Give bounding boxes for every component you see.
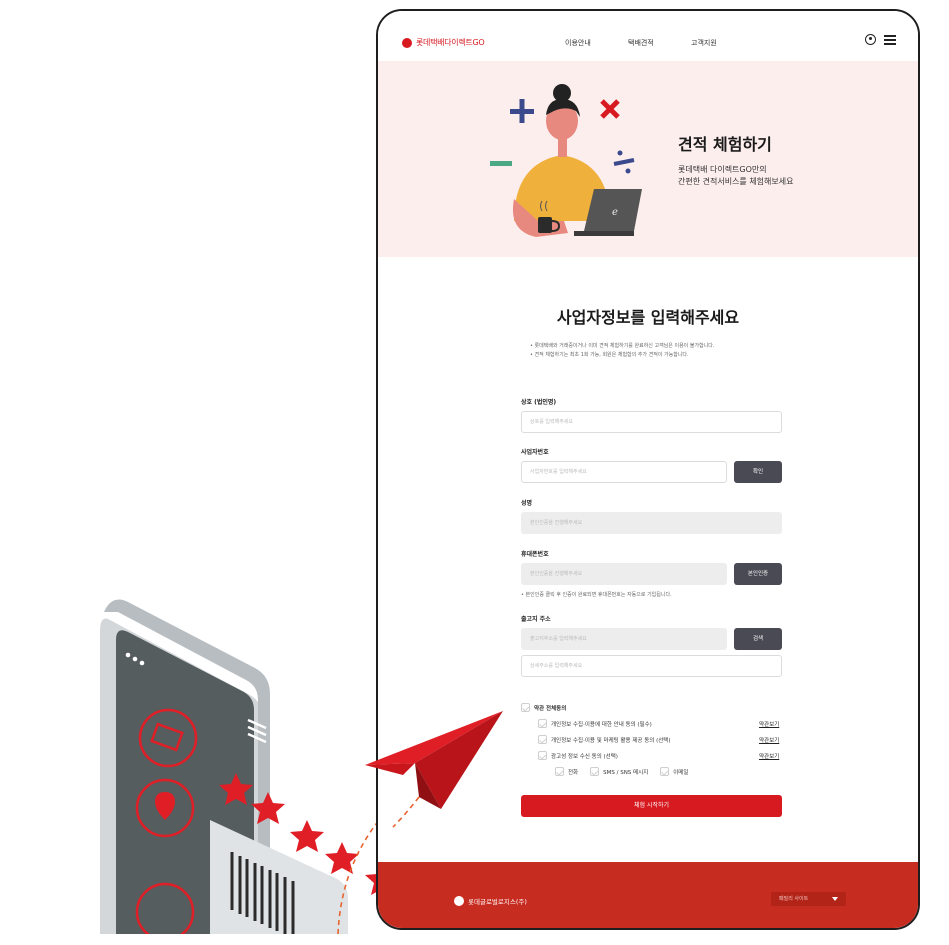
all-agree-row[interactable]: 약관 전체동의 xyxy=(521,703,566,712)
user-icon[interactable] xyxy=(865,34,876,45)
nav-item-support[interactable]: 고객지원 xyxy=(691,38,717,48)
scene: 롯데택배다이렉트GO 이용안내 택배견적 고객지원 e 견적 체험하기 롯데택배… xyxy=(0,0,949,934)
hero-subtitle-line1: 롯데택배 다이렉트GO만의 xyxy=(678,165,767,174)
menu-icon[interactable] xyxy=(884,35,896,45)
channel-sms-checkbox[interactable] xyxy=(590,767,600,776)
channel-email[interactable]: 이메일 xyxy=(660,767,688,776)
confirm-button[interactable]: 확인 xyxy=(734,461,782,483)
address-input[interactable]: 출고지주소를 입력해주세요 xyxy=(521,628,727,650)
terms-view-link-1[interactable]: 약관보기 xyxy=(759,720,779,728)
form-notice: • 롯데택배와 거래중이거나 이미 견적 체험하기를 완료하신 고객님은 이용이… xyxy=(530,342,890,359)
terms-checkbox-3[interactable] xyxy=(538,751,547,760)
brand-logo[interactable]: 롯데택배다이렉트GO xyxy=(402,37,485,48)
name-input[interactable]: 본인인증을 진행해주세요 xyxy=(521,512,782,534)
company-input[interactable]: 상호를 입력해주세요 xyxy=(521,411,782,433)
terms-view-link-3[interactable]: 약관보기 xyxy=(759,752,779,760)
phone-input[interactable]: 본인인증을 진행해주세요 xyxy=(521,563,727,585)
nav-icons xyxy=(865,34,896,45)
brand-logo-text: 롯데택배다이렉트GO xyxy=(416,38,485,47)
auth-button[interactable]: 본인인증 xyxy=(734,563,782,585)
terms-label-3: 광고성 정보 수신 동의 (선택) xyxy=(551,753,618,760)
terms-checkbox-1[interactable] xyxy=(538,719,547,728)
svg-text:e: e xyxy=(612,207,618,218)
hero-subtitle-line2: 간편한 견적서비스를 체험해보세요 xyxy=(678,177,794,186)
paper-plane-illustration xyxy=(365,711,503,828)
channel-sms-label: SMS / SNS 메시지 xyxy=(603,769,649,776)
all-agree-checkbox[interactable] xyxy=(521,703,530,712)
search-button[interactable]: 검색 xyxy=(734,628,782,650)
channel-phone-label: 전화 xyxy=(568,769,579,776)
phone-hint: • 본인인증 클릭 후 인증이 완료되면 휴대폰번호는 자동으로 기입됩니다. xyxy=(521,592,672,598)
terms-view-link-2[interactable]: 약관보기 xyxy=(759,736,779,744)
terms-label-1: 개인정보 수집·이용에 대한 안내 동의 (필수) xyxy=(551,721,652,728)
hero-illustration: e xyxy=(490,84,642,237)
bizno-input[interactable]: 사업자번호를 입력해주세요 xyxy=(521,461,727,483)
terms-row-1[interactable]: 개인정보 수집·이용에 대한 안내 동의 (필수) xyxy=(538,719,652,728)
address-detail-input[interactable]: 상세주소를 입력해주세요 xyxy=(521,655,782,677)
channel-sms[interactable]: SMS / SNS 메시지 xyxy=(590,767,648,776)
company-label: 상호 (법인명) xyxy=(521,399,557,406)
terms-label-2: 개인정보 수집·이용 및 마케팅 활용 제공 동의 (선택) xyxy=(551,737,671,744)
channel-email-label: 이메일 xyxy=(673,769,689,776)
bizno-label: 사업자번호 xyxy=(521,449,549,456)
start-trial-button[interactable]: 체험 시작하기 xyxy=(521,795,782,817)
channel-options: 전화 SMS / SNS 메시지 이메일 xyxy=(555,767,688,776)
brand-logo-icon xyxy=(402,37,412,48)
form-title: 사업자정보를 입력해주세요 xyxy=(556,308,740,327)
terms-checkbox-2[interactable] xyxy=(538,735,547,744)
hero-title: 견적 체험하기 xyxy=(678,135,772,154)
family-site-label: 패밀리 사이트 xyxy=(779,896,809,902)
chevron-down-icon xyxy=(832,897,838,901)
name-label: 성명 xyxy=(521,500,533,507)
terms-row-2[interactable]: 개인정보 수집·이용 및 마케팅 활용 제공 동의 (선택) xyxy=(538,735,670,744)
family-site-select[interactable]: 패밀리 사이트 xyxy=(771,892,846,906)
nav-item-guide[interactable]: 이용안내 xyxy=(565,38,591,48)
form-notice-line1: • 롯데택배와 거래중이거나 이미 견적 체험하기를 완료하신 고객님은 이용이… xyxy=(530,343,715,349)
terms-row-3[interactable]: 광고성 정보 수신 동의 (선택) xyxy=(538,751,618,760)
address-label: 출고지 주소 xyxy=(521,616,551,623)
hero-subtitle: 롯데택배 다이렉트GO만의 간편한 견적서비스를 체험해보세요 xyxy=(678,164,858,188)
hero-banner: e 견적 체험하기 롯데택배 다이렉트GO만의 간편한 견적서비스를 체험해보세… xyxy=(378,61,918,257)
top-navigation: 롯데택배다이렉트GO 이용안내 택배견적 고객지원 xyxy=(378,11,918,61)
channel-phone-checkbox[interactable] xyxy=(555,767,564,776)
channel-email-checkbox[interactable] xyxy=(660,767,670,776)
channel-phone[interactable]: 전화 xyxy=(555,767,578,776)
form-notice-line2: • 견적 체험하기는 최초 1회 가능, 회원은 체험함의 추가 견적이 가능합… xyxy=(530,351,689,358)
nav-item-quote[interactable]: 택배견적 xyxy=(628,38,654,48)
phone-label: 휴대폰번호 xyxy=(521,551,549,558)
all-agree-label: 약관 전체동의 xyxy=(534,705,567,712)
